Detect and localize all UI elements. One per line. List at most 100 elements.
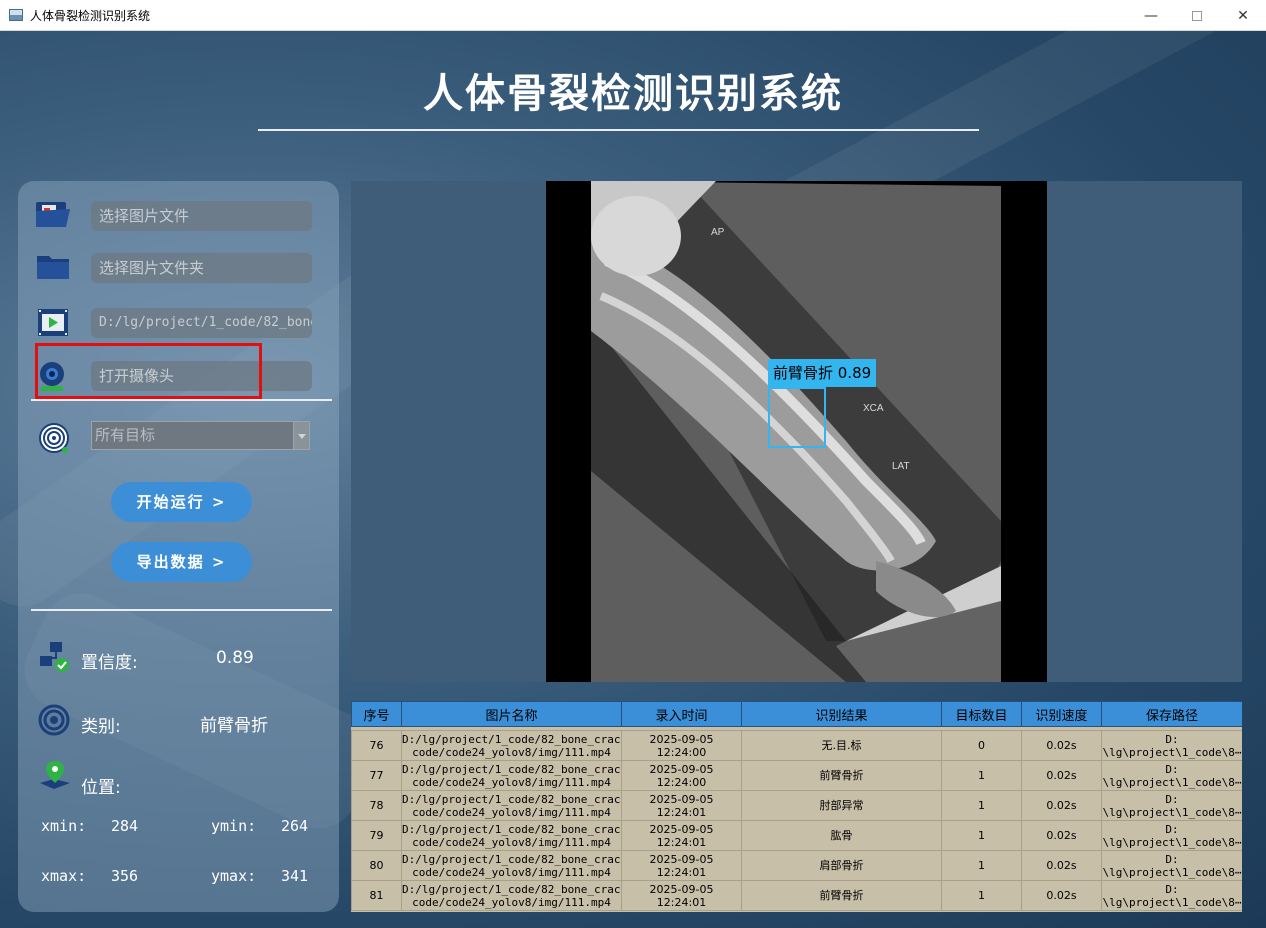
column-header[interactable]: 序号 [351, 701, 402, 727]
cell-count: 0 [941, 730, 1022, 761]
ymax-value: 341 [281, 867, 309, 885]
xmin-value: 284 [111, 817, 139, 835]
cell-id: 79 [351, 820, 402, 851]
cell-result: 前臂骨折 [741, 880, 942, 911]
cell-result: 前臂骨折 [741, 760, 942, 791]
divider [31, 609, 332, 611]
confidence-icon [40, 642, 69, 672]
video-path-input[interactable]: D:/lg/project/1_code/82_bone_crack/code/… [91, 308, 312, 338]
close-button[interactable]: ✕ [1220, 0, 1266, 31]
cell-name: D:/lg/project/1_code/82_bone_crack/code/… [401, 790, 622, 821]
table-row[interactable]: 78 D:/lg/project/1_code/82_bone_crack/co… [351, 790, 1242, 821]
cell-result: 肱骨 [741, 820, 942, 851]
cell-count: 1 [941, 880, 1022, 911]
ymax-label: ymax: [211, 867, 257, 885]
cell-id: 77 [351, 760, 402, 791]
cell-time: 2025-09-05 12:24:01 [621, 790, 742, 821]
table-row[interactable]: 81 D:/lg/project/1_code/82_bone_crack/co… [351, 880, 1242, 911]
column-header[interactable]: 录入时间 [621, 701, 742, 727]
table-header-row: 序号 图片名称 录入时间 识别结果 目标数目 识别速度 保存路径 [351, 701, 1242, 727]
class-value: 前臂骨折 [200, 716, 268, 736]
cell-save-path: D: \lg\project\1_code\8⋯ [1101, 790, 1242, 821]
xray-label-lat: LAT [892, 461, 910, 472]
results-table: 序号 图片名称 录入时间 识别结果 目标数目 识别速度 保存路径 76 D:/l… [351, 701, 1242, 912]
column-header[interactable]: 保存路径 [1101, 701, 1242, 727]
table-row[interactable]: 76 D:/lg/project/1_code/82_bone_crack/co… [351, 730, 1242, 761]
cell-count: 1 [941, 820, 1022, 851]
video-icon[interactable] [34, 305, 74, 339]
cell-time: 2025-09-05 12:24:01 [621, 880, 742, 911]
cell-time: 2025-09-05 12:24:00 [621, 730, 742, 761]
chevron-down-icon[interactable] [293, 422, 309, 449]
window-controls: — ✕ [1128, 0, 1266, 31]
maximize-icon [1192, 10, 1202, 21]
folder-open-icon[interactable] [34, 198, 74, 232]
table-row[interactable]: 80 D:/lg/project/1_code/82_bone_crack/co… [351, 850, 1242, 881]
cell-speed: 0.02s [1021, 850, 1102, 881]
xmin-label: xmin: [41, 817, 87, 835]
image-display-area: AP XCA LAT 前臂骨折 0.89 [351, 181, 1242, 682]
start-button[interactable]: 开始运行 > [111, 482, 252, 522]
window-title: 人体骨裂检测识别系统 [30, 8, 151, 23]
page-title: 人体骨裂检测识别系统 [423, 71, 843, 117]
window-titlebar: 人体骨裂检测识别系统 — ✕ [0, 0, 1266, 31]
highlight-box [35, 343, 262, 399]
image-folder-input[interactable]: 选择图片文件夹 [91, 253, 312, 283]
title-underline [258, 129, 979, 131]
app-body: 人体骨裂检测识别系统 选择图片文件 选择图片文件夹 D:/lg/project/… [0, 31, 1266, 928]
maximize-button[interactable] [1174, 0, 1220, 31]
cell-result: 肘部异常 [741, 790, 942, 821]
cell-speed: 0.02s [1021, 880, 1102, 911]
ymin-label: ymin: [211, 817, 257, 835]
class-label: 类别: [81, 717, 121, 737]
cell-name: D:/lg/project/1_code/82_bone_crack/code/… [401, 730, 622, 761]
results-table-grid: 序号 图片名称 录入时间 识别结果 目标数目 识别速度 保存路径 76 D:/l… [351, 701, 1242, 911]
target-icon [39, 423, 69, 453]
control-panel: 选择图片文件 选择图片文件夹 D:/lg/project/1_code/82_b… [18, 181, 339, 912]
xray-label-xca: XCA [863, 403, 884, 414]
xray-label-ap: AP [711, 227, 725, 238]
cell-result: 肩部骨折 [741, 850, 942, 881]
target-select[interactable]: 所有目标 [91, 421, 310, 450]
cell-id: 78 [351, 790, 402, 821]
target-select-value: 所有目标 [95, 426, 156, 444]
cell-save-path: D: \lg\project\1_code\8⋯ [1101, 820, 1242, 851]
confidence-label: 置信度: [81, 653, 138, 673]
divider [31, 399, 332, 401]
column-header[interactable]: 图片名称 [401, 701, 622, 727]
app-icon [9, 9, 23, 21]
class-icon [38, 704, 70, 736]
folder-icon[interactable] [34, 250, 74, 284]
column-header[interactable]: 识别结果 [741, 701, 942, 727]
column-header[interactable]: 识别速度 [1021, 701, 1102, 727]
detection-box [768, 387, 826, 448]
location-pin-icon [40, 761, 70, 789]
cell-save-path: D: \lg\project\1_code\8⋯ [1101, 760, 1242, 791]
cell-save-path: D: \lg\project\1_code\8⋯ [1101, 730, 1242, 761]
cell-speed: 0.02s [1021, 820, 1102, 851]
ymin-value: 264 [281, 817, 309, 835]
export-button[interactable]: 导出数据 > [111, 542, 252, 582]
cell-speed: 0.02s [1021, 790, 1102, 821]
cell-name: D:/lg/project/1_code/82_bone_crack/code/… [401, 850, 622, 881]
cell-time: 2025-09-05 12:24:01 [621, 850, 742, 881]
position-label: 位置: [81, 778, 121, 798]
cell-time: 2025-09-05 12:24:01 [621, 820, 742, 851]
cell-id: 81 [351, 880, 402, 911]
image-file-input[interactable]: 选择图片文件 [91, 201, 312, 231]
cell-save-path: D: \lg\project\1_code\8⋯ [1101, 880, 1242, 911]
cell-speed: 0.02s [1021, 760, 1102, 791]
table-row[interactable]: 79 D:/lg/project/1_code/82_bone_crack/co… [351, 820, 1242, 851]
cell-count: 1 [941, 790, 1022, 821]
cell-id: 76 [351, 730, 402, 761]
cell-name: D:/lg/project/1_code/82_bone_crack/code/… [401, 760, 622, 791]
xray-image: AP XCA LAT 前臂骨折 0.89 [546, 181, 1047, 682]
cell-speed: 0.02s [1021, 730, 1102, 761]
cell-count: 1 [941, 760, 1022, 791]
column-header[interactable]: 目标数目 [941, 701, 1022, 727]
minimize-button[interactable]: — [1128, 0, 1174, 31]
xmax-value: 356 [111, 867, 139, 885]
table-row[interactable]: 77 D:/lg/project/1_code/82_bone_crack/co… [351, 760, 1242, 791]
cell-time: 2025-09-05 12:24:00 [621, 760, 742, 791]
confidence-value: 0.89 [216, 648, 254, 668]
